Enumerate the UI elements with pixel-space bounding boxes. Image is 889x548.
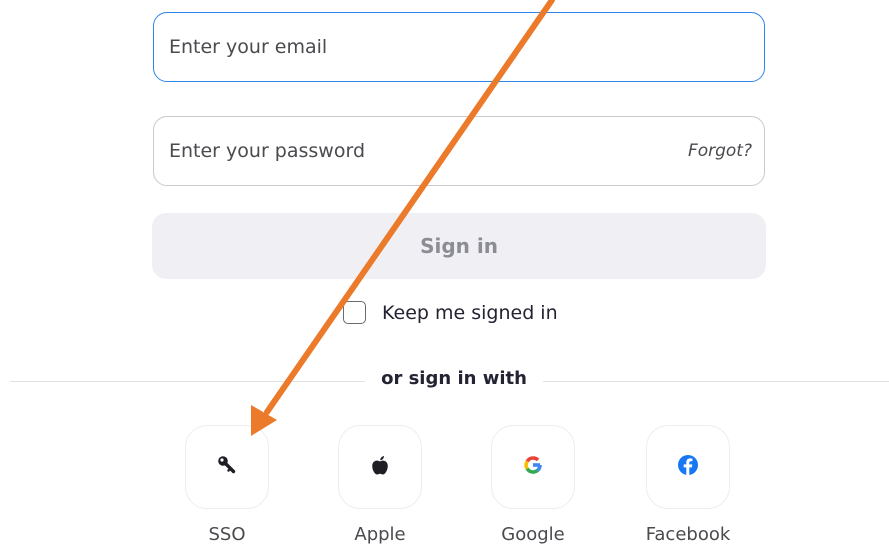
sign-in-button[interactable]: Sign in (152, 213, 766, 279)
google-label: Google (501, 524, 565, 545)
apple-label: Apple (354, 524, 406, 545)
facebook-label: Facebook (645, 524, 731, 545)
keep-signed-in-option[interactable]: Keep me signed in (343, 301, 558, 324)
password-field[interactable]: Forgot? (153, 116, 765, 186)
password-input[interactable] (154, 117, 688, 185)
sign-in-page: Forgot? Sign in Keep me signed in or sig… (0, 0, 889, 548)
divider-line-left (10, 381, 365, 382)
keep-signed-in-label: Keep me signed in (382, 301, 558, 324)
google-icon (521, 453, 545, 481)
sso-button[interactable] (185, 425, 269, 509)
keep-signed-in-checkbox[interactable] (343, 301, 366, 324)
email-field[interactable] (153, 12, 765, 82)
apple-button[interactable] (338, 425, 422, 509)
or-sign-in-with-label: or sign in with (381, 368, 527, 389)
facebook-button[interactable] (646, 425, 730, 509)
divider-line-right (543, 381, 889, 382)
facebook-icon (677, 454, 699, 480)
key-icon (216, 454, 238, 480)
forgot-password-link[interactable]: Forgot? (688, 141, 752, 161)
apple-icon (370, 454, 390, 480)
google-button[interactable] (491, 425, 575, 509)
sso-label: SSO (208, 524, 246, 545)
email-input[interactable] (154, 13, 764, 81)
